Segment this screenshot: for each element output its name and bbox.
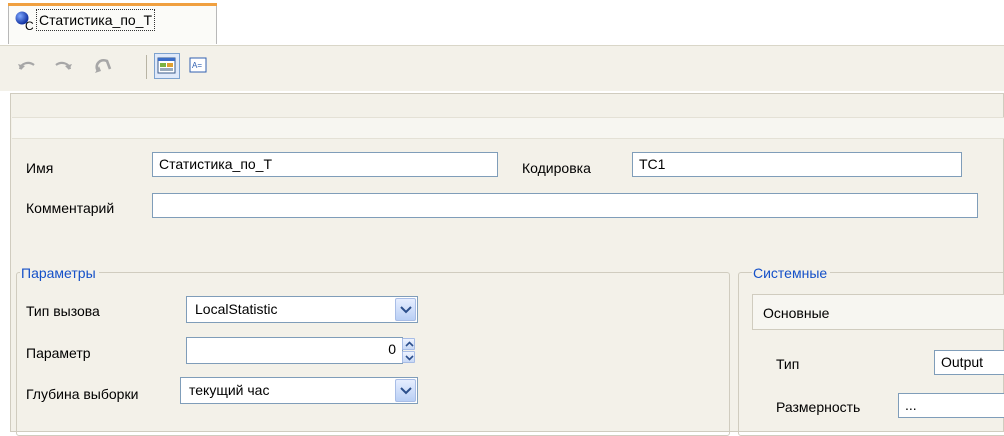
basic-section-header[interactable]: Основные: [752, 294, 1004, 330]
redo-icon[interactable]: [50, 53, 76, 79]
system-title: Системные: [752, 264, 831, 282]
component-icon: C: [14, 10, 34, 33]
name-field[interactable]: Статистика_по_Т: [152, 152, 498, 177]
encoding-field[interactable]: TC1: [632, 152, 962, 177]
comment-label: Комментарий: [26, 200, 115, 216]
undo-icon[interactable]: [14, 53, 40, 79]
call-type-value: LocalStatistic: [195, 301, 278, 317]
chevron-down-icon[interactable]: [395, 298, 416, 321]
spin-up-icon[interactable]: [402, 338, 415, 350]
chevron-down-icon[interactable]: [395, 379, 416, 402]
toolbar: [0, 45, 1004, 91]
dimension-label: Размерность: [776, 399, 861, 415]
panel-header-band: [12, 117, 1004, 139]
tab-active-indicator: [8, 3, 217, 6]
basic-section-label: Основные: [763, 305, 830, 321]
form-view-icon[interactable]: [154, 53, 180, 79]
comment-field[interactable]: [152, 193, 978, 218]
depth-select[interactable]: текущий час: [180, 377, 418, 404]
svg-text:A=: A=: [192, 61, 202, 70]
tab-label[interactable]: Статистика_по_Т: [36, 9, 156, 31]
toolbar-separator: [146, 55, 147, 79]
parameter-label: Параметр: [26, 345, 91, 361]
refresh-icon[interactable]: [90, 53, 116, 79]
parameters-title: Параметры: [20, 264, 99, 282]
svg-text:C: C: [25, 19, 34, 32]
name-label: Имя: [26, 160, 54, 176]
type-field[interactable]: Output: [934, 350, 1004, 375]
dimension-field[interactable]: ...: [898, 393, 1004, 418]
encoding-label: Кодировка: [522, 160, 591, 176]
call-type-select[interactable]: LocalStatistic: [186, 296, 418, 323]
spin-down-icon[interactable]: [402, 351, 415, 363]
call-type-label: Тип вызова: [26, 303, 100, 319]
depth-label: Глубина выборки: [26, 386, 139, 402]
text-view-icon[interactable]: A=: [186, 53, 212, 79]
depth-value: текущий час: [189, 382, 270, 398]
type-label: Тип: [776, 356, 800, 372]
parameter-field[interactable]: 0: [186, 337, 403, 364]
